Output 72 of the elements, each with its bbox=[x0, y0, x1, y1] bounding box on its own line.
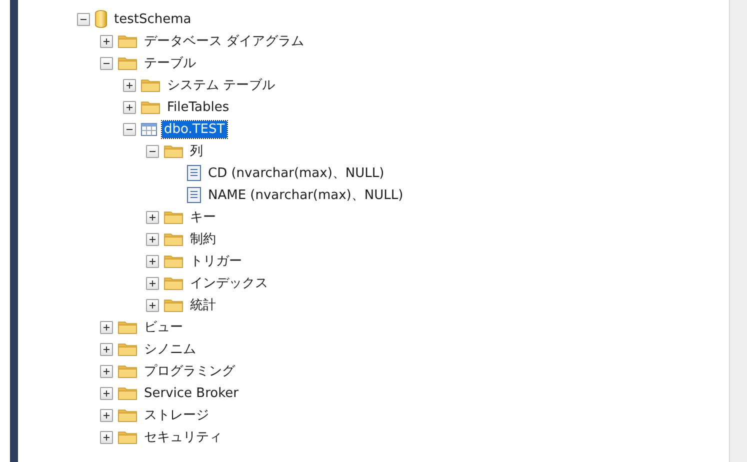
plus-icon bbox=[102, 388, 111, 398]
tree-item[interactable]: 列 bbox=[188, 141, 205, 161]
collapse-toggle[interactable] bbox=[77, 12, 90, 26]
expand-toggle[interactable] bbox=[100, 386, 113, 400]
folder-icon bbox=[118, 386, 137, 400]
plus-icon bbox=[148, 300, 157, 310]
tree-item[interactable]: 制約 bbox=[188, 229, 218, 249]
column-icon bbox=[187, 165, 201, 181]
expand-toggle[interactable] bbox=[146, 276, 159, 290]
plus-icon bbox=[148, 212, 157, 222]
plus-icon bbox=[148, 234, 157, 244]
expand-toggle[interactable] bbox=[146, 298, 159, 312]
plus-icon bbox=[102, 322, 111, 332]
tree-item[interactable]: シノニム bbox=[142, 339, 198, 359]
collapse-toggle[interactable] bbox=[146, 144, 159, 158]
tree-item[interactable]: インデックス bbox=[188, 273, 270, 293]
folder-icon bbox=[118, 364, 137, 378]
expand-toggle[interactable] bbox=[123, 100, 136, 114]
folder-icon bbox=[118, 430, 137, 444]
plus-icon bbox=[102, 432, 111, 442]
folder-icon bbox=[118, 320, 137, 334]
tree-item[interactable]: CD (nvarchar(max)、NULL) bbox=[206, 163, 386, 183]
folder-icon bbox=[164, 276, 183, 290]
tree-item[interactable]: ストレージ bbox=[142, 405, 211, 425]
folder-icon bbox=[141, 78, 160, 92]
folder-icon bbox=[164, 298, 183, 312]
expand-toggle[interactable] bbox=[100, 408, 113, 422]
tree-item[interactable]: セキュリティ bbox=[142, 427, 224, 447]
tree-item[interactable]: システム テーブル bbox=[165, 75, 278, 95]
expand-toggle[interactable] bbox=[100, 34, 113, 48]
expand-toggle[interactable] bbox=[100, 364, 113, 378]
tree-item[interactable]: dbo.TEST bbox=[162, 120, 227, 138]
tree-item[interactable]: Service Broker bbox=[142, 384, 241, 402]
column-icon bbox=[187, 187, 201, 203]
collapse-toggle[interactable] bbox=[123, 122, 136, 136]
expand-toggle[interactable] bbox=[100, 342, 113, 356]
folder-icon bbox=[164, 254, 183, 268]
plus-icon bbox=[102, 36, 111, 46]
expand-toggle[interactable] bbox=[146, 254, 159, 268]
tree-item[interactable]: NAME (nvarchar(max)、NULL) bbox=[206, 185, 406, 205]
collapse-toggle[interactable] bbox=[100, 56, 113, 70]
folder-icon bbox=[164, 232, 183, 246]
expand-toggle[interactable] bbox=[100, 430, 113, 444]
plus-icon bbox=[148, 256, 157, 266]
tree-item[interactable]: プログラミング bbox=[142, 361, 237, 381]
tree-item[interactable]: testSchema bbox=[112, 10, 194, 28]
tree-item[interactable]: ビュー bbox=[142, 317, 185, 337]
plus-icon bbox=[102, 410, 111, 420]
folder-icon bbox=[118, 34, 137, 48]
tree-item[interactable]: テーブル bbox=[142, 53, 198, 73]
folder-icon bbox=[164, 210, 183, 224]
folder-icon bbox=[118, 56, 137, 70]
plus-icon bbox=[102, 344, 111, 354]
expand-toggle[interactable] bbox=[123, 78, 136, 92]
table-icon bbox=[141, 122, 157, 136]
folder-icon bbox=[164, 144, 183, 158]
expand-toggle[interactable] bbox=[100, 320, 113, 334]
expand-toggle[interactable] bbox=[146, 232, 159, 246]
plus-icon bbox=[148, 278, 157, 288]
expand-toggle[interactable] bbox=[146, 210, 159, 224]
plus-icon bbox=[125, 102, 134, 112]
tree-item[interactable]: キー bbox=[188, 207, 218, 227]
plus-icon bbox=[102, 366, 111, 376]
folder-icon bbox=[118, 342, 137, 356]
database-icon bbox=[95, 10, 107, 28]
plus-icon bbox=[125, 80, 134, 90]
tree-item[interactable]: 統計 bbox=[188, 295, 218, 315]
tree-item[interactable]: トリガー bbox=[188, 251, 244, 271]
folder-icon bbox=[141, 100, 160, 114]
tree-item[interactable]: FileTables bbox=[165, 98, 232, 116]
tree-item[interactable]: データベース ダイアグラム bbox=[142, 31, 306, 51]
folder-icon bbox=[118, 408, 137, 422]
